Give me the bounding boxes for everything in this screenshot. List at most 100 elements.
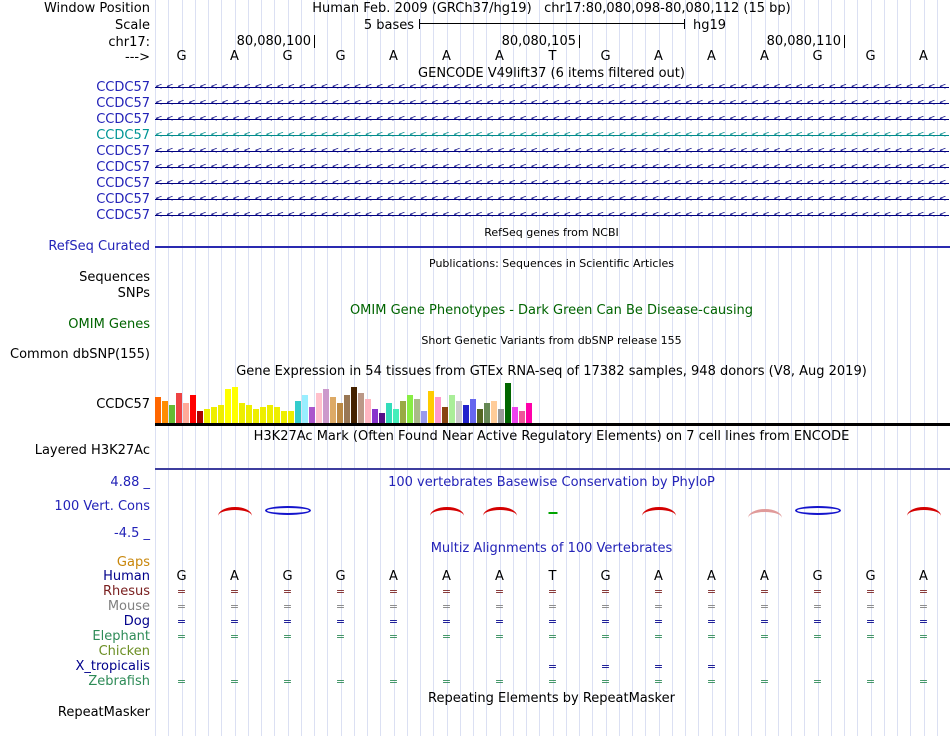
gtex-expression-bar[interactable]	[351, 387, 357, 423]
gtex-expression-bar[interactable]	[288, 411, 294, 423]
gtex-expression-bar[interactable]	[225, 389, 231, 423]
gtex-expression-bar[interactable]	[302, 395, 308, 423]
strand-direction-label: --->	[125, 50, 150, 65]
omim-genes-label[interactable]: OMIM Genes	[0, 318, 150, 331]
gtex-expression-bar[interactable]	[267, 405, 273, 423]
gaps-label[interactable]: Gaps	[0, 556, 150, 569]
gtex-expression-bar[interactable]	[274, 407, 280, 423]
h3k27ac-label[interactable]: Layered H3K27Ac	[0, 444, 150, 457]
gtex-expression-bar[interactable]	[505, 383, 511, 423]
gtex-expression-bar[interactable]	[337, 403, 343, 423]
sequences-label[interactable]: Sequences	[0, 271, 150, 284]
species-label-x-tropicalis[interactable]: X_tropicalis	[0, 660, 151, 673]
gtex-expression-bar[interactable]	[197, 411, 203, 423]
gtex-expression-bar[interactable]	[316, 393, 322, 423]
gtex-expression-bar[interactable]	[309, 407, 315, 423]
gene-model-row[interactable]: <<<<<<<<<<<<<<<<<<<<<<<<<<<<<<<<<<<<<<<<…	[155, 97, 949, 110]
alignment-identity-mark: =	[176, 630, 187, 643]
gtex-expression-bar[interactable]	[463, 405, 469, 423]
gene-model-row[interactable]: <<<<<<<<<<<<<<<<<<<<<<<<<<<<<<<<<<<<<<<<…	[155, 145, 949, 158]
gene-label-ccdc57[interactable]: CCDC57	[0, 161, 150, 174]
gtex-expression-bar[interactable]	[183, 403, 189, 423]
gtex-expression-bar[interactable]	[512, 407, 518, 423]
gene-model-row[interactable]: <<<<<<<<<<<<<<<<<<<<<<<<<<<<<<<<<<<<<<<<…	[155, 193, 949, 206]
gtex-expression-bar[interactable]	[365, 399, 371, 423]
species-label-rhesus[interactable]: Rhesus	[0, 585, 150, 598]
gtex-expression-bar[interactable]	[323, 389, 329, 423]
gtex-expression-bar[interactable]	[428, 391, 434, 423]
dbsnp-label[interactable]: Common dbSNP(155)	[0, 348, 150, 361]
gtex-expression-bar[interactable]	[295, 401, 301, 423]
gtex-expression-bar[interactable]	[400, 401, 406, 423]
gtex-expression-bar[interactable]	[456, 401, 462, 423]
gtex-expression-bar[interactable]	[491, 401, 497, 423]
gtex-expression-bar[interactable]	[344, 395, 350, 423]
refseq-gene-bar[interactable]	[155, 246, 950, 248]
gtex-expression-bar[interactable]	[204, 409, 210, 423]
gtex-expression-bar[interactable]	[176, 393, 182, 423]
gtex-expression-bar[interactable]	[393, 409, 399, 423]
gtex-expression-bar[interactable]	[449, 395, 455, 423]
gene-label-ccdc57[interactable]: CCDC57	[0, 145, 150, 158]
gene-model-row[interactable]: <<<<<<<<<<<<<<<<<<<<<<<<<<<<<<<<<<<<<<<<…	[155, 177, 949, 190]
gtex-expression-bar[interactable]	[379, 413, 385, 423]
species-label-zebrafish[interactable]: Zebrafish	[0, 675, 150, 688]
alignment-identity-mark: =	[865, 585, 876, 598]
snps-label[interactable]: SNPs	[0, 287, 150, 300]
gtex-expression-bar[interactable]	[477, 409, 483, 423]
gtex-expression-bar[interactable]	[470, 399, 476, 423]
gene-label-ccdc57[interactable]: CCDC57	[0, 209, 150, 222]
alignment-base: A	[919, 569, 928, 584]
gtex-expression-bar[interactable]	[253, 409, 259, 423]
refseq-curated-label[interactable]: RefSeq Curated	[0, 240, 150, 253]
species-label-elephant[interactable]: Elephant	[0, 630, 150, 643]
alignment-identity-mark: =	[229, 675, 240, 688]
gtex-expression-bar[interactable]	[246, 405, 252, 423]
species-label-dog[interactable]: Dog	[0, 615, 150, 628]
gtex-expression-bar[interactable]	[386, 403, 392, 423]
gene-label-ccdc57[interactable]: CCDC57	[0, 81, 150, 94]
gtex-expression-bar[interactable]	[358, 393, 364, 423]
species-label-human[interactable]: Human	[0, 570, 150, 583]
gene-label-ccdc57[interactable]: CCDC57	[0, 193, 150, 206]
gene-label-ccdc57[interactable]: CCDC57	[0, 97, 150, 110]
conservation-label[interactable]: 100 Vert. Cons	[0, 500, 150, 513]
gtex-expression-bar[interactable]	[211, 407, 217, 423]
gene-label-ccdc57[interactable]: CCDC57	[0, 113, 150, 126]
gtex-expression-bar[interactable]	[169, 405, 175, 423]
repeatmasker-label[interactable]: RepeatMasker	[0, 706, 150, 719]
gtex-expression-bar[interactable]	[421, 411, 427, 423]
gtex-expression-bar[interactable]	[414, 399, 420, 423]
gene-model-row[interactable]: <<<<<<<<<<<<<<<<<<<<<<<<<<<<<<<<<<<<<<<<…	[155, 113, 949, 126]
gtex-expression-bar[interactable]	[162, 401, 168, 423]
gtex-expression-bar[interactable]	[232, 387, 238, 423]
gtex-expression-bar[interactable]	[519, 411, 525, 423]
gtex-expression-bar[interactable]	[190, 395, 196, 423]
gene-model-row[interactable]: <<<<<<<<<<<<<<<<<<<<<<<<<<<<<<<<<<<<<<<<…	[155, 129, 949, 142]
alignment-identity-mark: =	[494, 675, 505, 688]
gene-model-row[interactable]: <<<<<<<<<<<<<<<<<<<<<<<<<<<<<<<<<<<<<<<<…	[155, 209, 949, 222]
gtex-expression-bar[interactable]	[281, 411, 287, 423]
gtex-expression-bar[interactable]	[239, 403, 245, 423]
gene-direction-arrows: <<<<<<<<<<<<<<<<<<<<<<<<<<<<<<<<<<<<<<<<…	[155, 114, 949, 124]
gtex-expression-bar[interactable]	[526, 403, 532, 423]
gtex-gene-label[interactable]: CCDC57	[0, 398, 150, 411]
alignment-identity-mark: =	[547, 615, 558, 628]
gtex-expression-bar[interactable]	[484, 403, 490, 423]
gtex-expression-bar[interactable]	[155, 397, 161, 423]
gtex-expression-bar[interactable]	[498, 409, 504, 423]
gene-model-row[interactable]: <<<<<<<<<<<<<<<<<<<<<<<<<<<<<<<<<<<<<<<<…	[155, 161, 949, 174]
gene-model-row[interactable]: <<<<<<<<<<<<<<<<<<<<<<<<<<<<<<<<<<<<<<<<…	[155, 81, 949, 94]
assembly-position-title: Human Feb. 2009 (GRCh37/hg19) chr17:80,0…	[155, 2, 948, 15]
gene-label-ccdc57[interactable]: CCDC57	[0, 177, 150, 190]
species-label-chicken[interactable]: Chicken	[0, 645, 150, 658]
gtex-expression-bar[interactable]	[330, 397, 336, 423]
gtex-expression-bar[interactable]	[218, 405, 224, 423]
gtex-expression-bar[interactable]	[372, 409, 378, 423]
species-label-mouse[interactable]: Mouse	[0, 600, 150, 613]
gtex-expression-bar[interactable]	[407, 395, 413, 423]
gene-label-ccdc57[interactable]: CCDC57	[0, 129, 150, 142]
gtex-expression-bar[interactable]	[442, 407, 448, 423]
gtex-expression-bar[interactable]	[260, 407, 266, 423]
gtex-expression-bar[interactable]	[435, 397, 441, 423]
